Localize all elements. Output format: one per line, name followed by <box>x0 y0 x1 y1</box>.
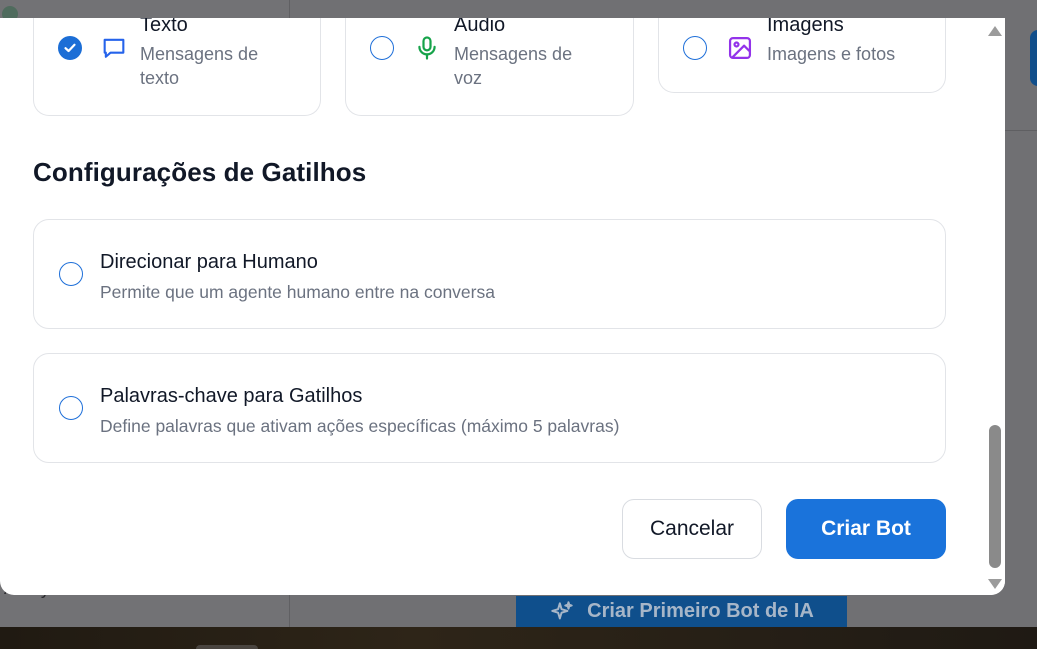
scroll-down-arrow-icon[interactable] <box>988 579 1002 589</box>
modal-scrollbar[interactable] <box>983 18 1005 595</box>
modal-content: Texto Mensagens de texto Audio Mensagens… <box>0 18 1005 595</box>
media-images-radio[interactable] <box>683 36 707 60</box>
scrollbar-thumb[interactable] <box>989 425 1001 568</box>
media-text-title: Texto <box>140 18 188 36</box>
os-taskbar <box>0 627 1037 649</box>
trigger-keywords-desc: Define palavras que ativam ações específ… <box>100 416 620 436</box>
media-images-desc: Imagens e fotos <box>767 44 896 64</box>
media-option-text[interactable]: Texto Mensagens de texto <box>33 18 321 116</box>
create-first-bot-button: Criar Primeiro Bot de IA <box>516 596 847 627</box>
chat-bubble-icon <box>103 38 125 58</box>
create-first-bot-label: Criar Primeiro Bot de IA <box>587 600 814 622</box>
create-bot-button[interactable]: Criar Bot <box>786 499 946 559</box>
trigger-human-desc: Permite que um agente humano entre na co… <box>100 282 495 302</box>
media-images-title: Imagens <box>767 18 844 36</box>
media-text-desc: Mensagens de texto <box>140 44 259 88</box>
media-audio-radio[interactable] <box>370 36 394 60</box>
triggers-section-title: Configurações de Gatilhos <box>33 157 367 187</box>
create-bot-modal: Texto Mensagens de texto Audio Mensagens… <box>0 18 1005 595</box>
media-text-radio[interactable] <box>58 36 82 60</box>
image-icon <box>728 36 752 60</box>
background-button-edge <box>1030 30 1037 86</box>
trigger-option-keywords[interactable]: Palavras-chave para Gatilhos Define pala… <box>33 353 946 463</box>
microphone-icon <box>418 36 436 60</box>
trigger-option-human-handoff[interactable]: Direcionar para Humano Permite que um ag… <box>33 219 946 329</box>
media-option-images[interactable]: Imagens Imagens e fotos <box>658 18 946 93</box>
trigger-keywords-radio[interactable] <box>59 396 83 420</box>
trigger-human-title: Direcionar para Humano <box>100 251 318 273</box>
taskbar-item <box>196 645 258 649</box>
media-audio-desc: Mensagens de voz <box>454 44 573 88</box>
check-icon <box>64 43 76 53</box>
trigger-human-radio[interactable] <box>59 262 83 286</box>
cancel-button[interactable]: Cancelar <box>622 499 762 559</box>
scroll-up-arrow-icon[interactable] <box>988 26 1002 36</box>
media-audio-title: Audio <box>454 18 506 36</box>
media-option-audio[interactable]: Audio Mensagens de voz <box>345 18 634 116</box>
sparkles-icon <box>551 600 573 619</box>
trigger-keywords-title: Palavras-chave para Gatilhos <box>100 385 363 407</box>
